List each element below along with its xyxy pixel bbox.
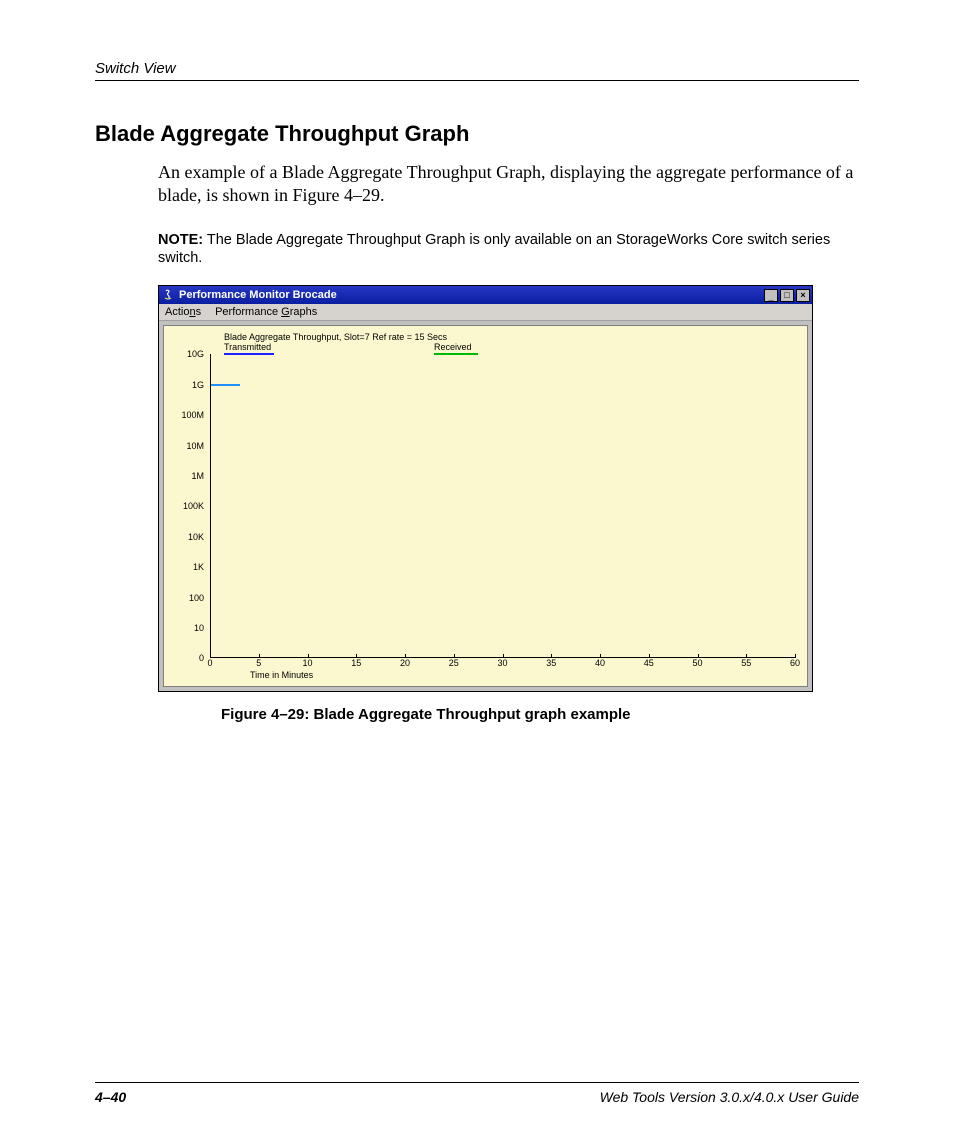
figure-caption: Figure 4–29: Blade Aggregate Throughput … [221, 706, 859, 723]
x-tick: 5 [256, 658, 261, 668]
y-tick: 0 [199, 653, 204, 663]
x-tick: 0 [207, 658, 212, 668]
page-number: 4–40 [95, 1089, 126, 1105]
y-tick: 10 [194, 623, 204, 633]
header-section: Switch View [95, 60, 176, 77]
x-tick: 45 [644, 658, 654, 668]
minimize-button[interactable]: _ [764, 289, 778, 302]
window-title-bar: Performance Monitor Brocade _ □ × [159, 286, 812, 304]
x-axis-label: Time in Minutes [250, 670, 313, 680]
note-text: The Blade Aggregate Throughput Graph is … [158, 232, 830, 266]
chart-area: Blade Aggregate Throughput, Slot=7 Ref r… [163, 325, 808, 687]
x-tick: 60 [790, 658, 800, 668]
figure: Performance Monitor Brocade _ □ × Action… [158, 285, 859, 723]
y-tick: 10G [187, 349, 204, 359]
y-tick: 10K [188, 532, 204, 542]
doc-title: Web Tools Version 3.0.x/4.0.x User Guide [600, 1089, 859, 1105]
y-tick: 100M [181, 410, 204, 420]
note-label: NOTE: [158, 232, 203, 248]
x-tick: 20 [400, 658, 410, 668]
page-footer: 4–40 Web Tools Version 3.0.x/4.0.x User … [95, 1082, 859, 1105]
page-header: Switch View [95, 60, 859, 81]
x-tick: 25 [449, 658, 459, 668]
y-axis: 0101001K10K100K1M10M100M1G10G [164, 354, 208, 658]
menu-bar: Actions Performance Graphs [159, 304, 812, 321]
x-tick: 50 [692, 658, 702, 668]
plot-area [210, 354, 795, 658]
x-tick: 15 [351, 658, 361, 668]
y-tick: 1G [192, 380, 204, 390]
java-icon [161, 288, 175, 302]
chart-title: Blade Aggregate Throughput, Slot=7 Ref r… [224, 332, 447, 342]
x-tick: 40 [595, 658, 605, 668]
x-tick: 30 [497, 658, 507, 668]
x-axis: Time in Minutes 051015202530354045505560 [210, 658, 795, 678]
menu-performance-graphs[interactable]: Performance Graphs [215, 306, 317, 318]
y-tick: 100 [189, 593, 204, 603]
section-heading: Blade Aggregate Throughput Graph [95, 121, 859, 147]
data-line-transmitted [211, 384, 240, 386]
app-window: Performance Monitor Brocade _ □ × Action… [158, 285, 813, 692]
y-tick: 1M [191, 471, 204, 481]
x-tick: 55 [741, 658, 751, 668]
body-paragraph: An example of a Blade Aggregate Throughp… [158, 161, 859, 207]
y-tick: 100K [183, 501, 204, 511]
menu-actions[interactable]: Actions [165, 306, 201, 318]
note-block: NOTE: The Blade Aggregate Throughput Gra… [158, 231, 859, 267]
window-title: Performance Monitor Brocade [179, 289, 764, 301]
y-tick: 1K [193, 562, 204, 572]
x-tick: 10 [302, 658, 312, 668]
close-button[interactable]: × [796, 289, 810, 302]
x-tick: 35 [546, 658, 556, 668]
maximize-button[interactable]: □ [780, 289, 794, 302]
y-tick: 10M [186, 441, 204, 451]
